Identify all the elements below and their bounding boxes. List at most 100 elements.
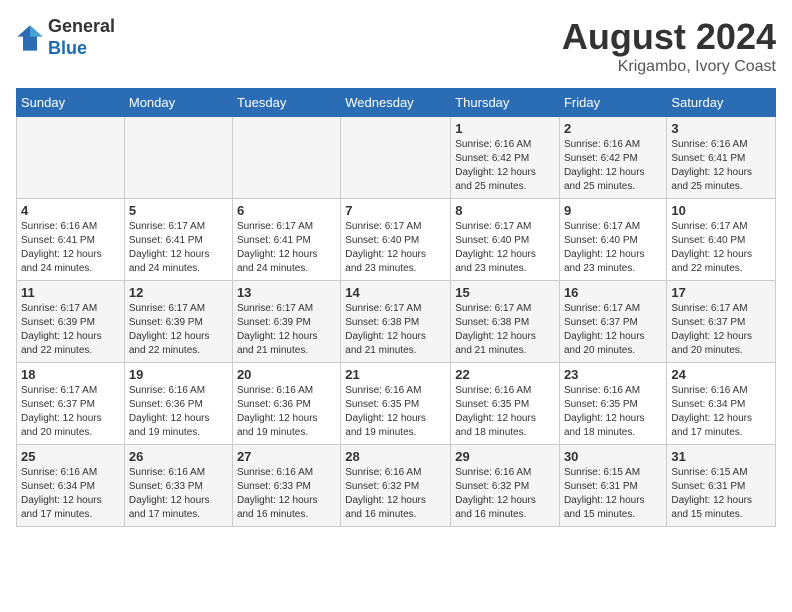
page-header: General Blue August 2024 Krigambo, Ivory…	[16, 16, 776, 76]
day-info: Sunrise: 6:16 AM Sunset: 6:32 PM Dayligh…	[455, 466, 555, 522]
day-info: Sunrise: 6:17 AM Sunset: 6:40 PM Dayligh…	[564, 220, 662, 276]
day-info: Sunrise: 6:16 AM Sunset: 6:36 PM Dayligh…	[129, 384, 228, 440]
day-info: Sunrise: 6:17 AM Sunset: 6:37 PM Dayligh…	[671, 302, 771, 358]
calendar-cell: 21 Sunrise: 6:16 AM Sunset: 6:35 PM Dayli…	[341, 363, 451, 445]
day-info: Sunrise: 6:16 AM Sunset: 6:41 PM Dayligh…	[671, 138, 771, 194]
calendar-cell: 1 Sunrise: 6:16 AM Sunset: 6:42 PM Daylig…	[451, 117, 560, 199]
calendar-cell: 7 Sunrise: 6:17 AM Sunset: 6:40 PM Daylig…	[341, 199, 451, 281]
calendar-cell: 24 Sunrise: 6:16 AM Sunset: 6:34 PM Dayli…	[667, 363, 776, 445]
day-number: 5	[129, 203, 228, 218]
day-number: 2	[564, 121, 662, 136]
weekday-header-cell: Monday	[124, 89, 232, 117]
day-number: 13	[237, 285, 336, 300]
calendar-table: SundayMondayTuesdayWednesdayThursdayFrid…	[16, 88, 776, 527]
day-info: Sunrise: 6:16 AM Sunset: 6:35 PM Dayligh…	[455, 384, 555, 440]
day-info: Sunrise: 6:17 AM Sunset: 6:41 PM Dayligh…	[129, 220, 228, 276]
day-info: Sunrise: 6:16 AM Sunset: 6:35 PM Dayligh…	[564, 384, 662, 440]
day-number: 21	[345, 367, 446, 382]
logo: General Blue	[16, 16, 115, 59]
calendar-cell: 26 Sunrise: 6:16 AM Sunset: 6:33 PM Dayli…	[124, 445, 232, 527]
day-number: 22	[455, 367, 555, 382]
day-number: 6	[237, 203, 336, 218]
calendar-week-row: 11 Sunrise: 6:17 AM Sunset: 6:39 PM Dayli…	[17, 281, 776, 363]
calendar-cell: 6Sunrise: 6:17 AM Sunset: 6:41 PM Daylig…	[232, 199, 340, 281]
day-info: Sunrise: 6:16 AM Sunset: 6:42 PM Dayligh…	[455, 138, 555, 194]
day-info: Sunrise: 6:17 AM Sunset: 6:40 PM Dayligh…	[671, 220, 771, 276]
calendar-cell: 28 Sunrise: 6:16 AM Sunset: 6:32 PM Dayli…	[341, 445, 451, 527]
day-number: 14	[345, 285, 446, 300]
day-number: 18	[21, 367, 120, 382]
calendar-cell: 3 Sunrise: 6:16 AM Sunset: 6:41 PM Daylig…	[667, 117, 776, 199]
day-number: 26	[129, 449, 228, 464]
logo-text: General Blue	[48, 16, 115, 59]
day-number: 25	[21, 449, 120, 464]
day-info: Sunrise: 6:16 AM Sunset: 6:42 PM Dayligh…	[564, 138, 662, 194]
calendar-cell: 12Sunrise: 6:17 AM Sunset: 6:39 PM Dayli…	[124, 281, 232, 363]
day-number: 23	[564, 367, 662, 382]
day-info: Sunrise: 6:16 AM Sunset: 6:34 PM Dayligh…	[671, 384, 771, 440]
calendar-cell	[17, 117, 125, 199]
day-number: 17	[671, 285, 771, 300]
day-number: 1	[455, 121, 555, 136]
day-info: Sunrise: 6:16 AM Sunset: 6:33 PM Dayligh…	[129, 466, 228, 522]
day-info: Sunrise: 6:17 AM Sunset: 6:37 PM Dayligh…	[21, 384, 120, 440]
day-info: Sunrise: 6:16 AM Sunset: 6:32 PM Dayligh…	[345, 466, 446, 522]
calendar-cell: 13 Sunrise: 6:17 AM Sunset: 6:39 PM Dayli…	[232, 281, 340, 363]
day-info: Sunrise: 6:16 AM Sunset: 6:35 PM Dayligh…	[345, 384, 446, 440]
calendar-cell: 23 Sunrise: 6:16 AM Sunset: 6:35 PM Dayli…	[559, 363, 666, 445]
day-number: 20	[237, 367, 336, 382]
day-number: 11	[21, 285, 120, 300]
day-info: Sunrise: 6:16 AM Sunset: 6:34 PM Dayligh…	[21, 466, 120, 522]
day-number: 8	[455, 203, 555, 218]
day-info: Sunrise: 6:15 AM Sunset: 6:31 PM Dayligh…	[564, 466, 662, 522]
calendar-cell: 29 Sunrise: 6:16 AM Sunset: 6:32 PM Dayli…	[451, 445, 560, 527]
calendar-body: 1 Sunrise: 6:16 AM Sunset: 6:42 PM Daylig…	[17, 117, 776, 527]
day-number: 30	[564, 449, 662, 464]
day-info: Sunrise: 6:17 AM Sunset: 6:39 PM Dayligh…	[237, 302, 336, 358]
day-number: 15	[455, 285, 555, 300]
calendar-cell: 2 Sunrise: 6:16 AM Sunset: 6:42 PM Daylig…	[559, 117, 666, 199]
weekday-header-cell: Tuesday	[232, 89, 340, 117]
calendar-cell: 30 Sunrise: 6:15 AM Sunset: 6:31 PM Dayli…	[559, 445, 666, 527]
weekday-header-cell: Wednesday	[341, 89, 451, 117]
weekday-header-cell: Thursday	[451, 89, 560, 117]
calendar-week-row: 1 Sunrise: 6:16 AM Sunset: 6:42 PM Daylig…	[17, 117, 776, 199]
day-number: 24	[671, 367, 771, 382]
calendar-cell: 15 Sunrise: 6:17 AM Sunset: 6:38 PM Dayli…	[451, 281, 560, 363]
calendar-week-row: 4 Sunrise: 6:16 AM Sunset: 6:41 PM Daylig…	[17, 199, 776, 281]
calendar-week-row: 25 Sunrise: 6:16 AM Sunset: 6:34 PM Dayli…	[17, 445, 776, 527]
weekday-header-cell: Friday	[559, 89, 666, 117]
day-number: 27	[237, 449, 336, 464]
calendar-cell: 9 Sunrise: 6:17 AM Sunset: 6:40 PM Daylig…	[559, 199, 666, 281]
day-number: 28	[345, 449, 446, 464]
day-info: Sunrise: 6:17 AM Sunset: 6:39 PM Dayligh…	[129, 302, 228, 358]
calendar-cell: 18 Sunrise: 6:17 AM Sunset: 6:37 PM Dayli…	[17, 363, 125, 445]
day-info: Sunrise: 6:16 AM Sunset: 6:41 PM Dayligh…	[21, 220, 120, 276]
calendar-cell	[232, 117, 340, 199]
weekday-header-row: SundayMondayTuesdayWednesdayThursdayFrid…	[17, 89, 776, 117]
day-number: 7	[345, 203, 446, 218]
day-number: 4	[21, 203, 120, 218]
day-number: 29	[455, 449, 555, 464]
day-number: 9	[564, 203, 662, 218]
day-number: 31	[671, 449, 771, 464]
logo-icon	[16, 24, 44, 52]
calendar-cell: 17 Sunrise: 6:17 AM Sunset: 6:37 PM Dayli…	[667, 281, 776, 363]
calendar-cell: 10Sunrise: 6:17 AM Sunset: 6:40 PM Dayli…	[667, 199, 776, 281]
calendar-cell: 22 Sunrise: 6:16 AM Sunset: 6:35 PM Dayli…	[451, 363, 560, 445]
day-info: Sunrise: 6:17 AM Sunset: 6:40 PM Dayligh…	[345, 220, 446, 276]
calendar-cell: 5 Sunrise: 6:17 AM Sunset: 6:41 PM Daylig…	[124, 199, 232, 281]
day-info: Sunrise: 6:17 AM Sunset: 6:40 PM Dayligh…	[455, 220, 555, 276]
day-info: Sunrise: 6:16 AM Sunset: 6:36 PM Dayligh…	[237, 384, 336, 440]
calendar-cell	[124, 117, 232, 199]
calendar-cell: 25 Sunrise: 6:16 AM Sunset: 6:34 PM Dayli…	[17, 445, 125, 527]
calendar-cell: 20 Sunrise: 6:16 AM Sunset: 6:36 PM Dayli…	[232, 363, 340, 445]
weekday-header-cell: Saturday	[667, 89, 776, 117]
day-number: 19	[129, 367, 228, 382]
calendar-cell: 11Sunrise: 6:17 AM Sunset: 6:39 PM Dayli…	[17, 281, 125, 363]
calendar-cell: 4 Sunrise: 6:16 AM Sunset: 6:41 PM Daylig…	[17, 199, 125, 281]
day-info: Sunrise: 6:17 AM Sunset: 6:38 PM Dayligh…	[455, 302, 555, 358]
calendar-cell: 27Sunrise: 6:16 AM Sunset: 6:33 PM Dayli…	[232, 445, 340, 527]
day-info: Sunrise: 6:17 AM Sunset: 6:38 PM Dayligh…	[345, 302, 446, 358]
day-number: 3	[671, 121, 771, 136]
